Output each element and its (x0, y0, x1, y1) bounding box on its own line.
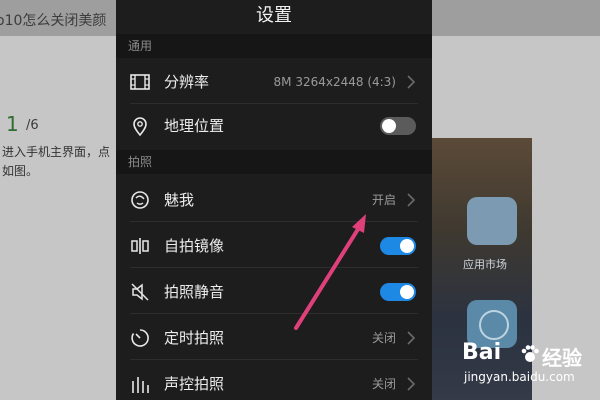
mirror-icon (131, 238, 149, 254)
background-step-total: /6 (26, 118, 39, 133)
location-pin-icon (133, 117, 147, 137)
setting-label: 分辨率 (164, 73, 210, 91)
section-header-general: 通用 (116, 34, 432, 58)
setting-row-mute-shutter[interactable]: 拍照静音 (116, 270, 432, 314)
camera-settings-panel: 设置 通用 分辨率 8M 3264x2448 (4:3) 地理位置 拍照 魅我 … (116, 0, 432, 400)
setting-row-resolution[interactable]: 分辨率 8M 3264x2448 (4:3) (116, 60, 432, 104)
setting-row-selfie-mirror[interactable]: 自拍镜像 (116, 224, 432, 268)
voice-control-icon (132, 377, 149, 393)
location-toggle[interactable] (380, 117, 416, 135)
beauty-face-icon (131, 191, 149, 209)
film-icon (130, 74, 150, 90)
watermark-url: jingyan.baidu.com (464, 370, 575, 384)
setting-row-timer[interactable]: 定时拍照 关闭 (116, 316, 432, 360)
setting-value: 8M 3264x2448 (4:3) (273, 75, 396, 89)
setting-row-voice-control[interactable]: 声控拍照 关闭 (116, 362, 432, 400)
page-title: 设置 (256, 5, 292, 26)
mute-speaker-icon (131, 283, 149, 301)
setting-label: 魅我 (164, 191, 195, 209)
watermark-brand: Bai (462, 340, 502, 365)
chevron-right-icon (407, 193, 416, 207)
setting-value: 开启 (371, 193, 396, 207)
app-market-label: 应用市场 (463, 258, 507, 271)
setting-row-location[interactable]: 地理位置 (116, 104, 432, 148)
setting-label: 地理位置 (164, 117, 225, 135)
chevron-right-icon (407, 75, 416, 89)
selfie-mirror-toggle[interactable] (380, 237, 416, 255)
app-market-icon (467, 197, 517, 245)
timer-icon (131, 329, 149, 347)
background-article-title: o10怎么关闭美颜 (0, 13, 107, 29)
section-header-photo: 拍照 (116, 150, 432, 174)
setting-label: 声控拍照 (164, 375, 225, 393)
paw-icon (521, 345, 539, 362)
mute-shutter-toggle[interactable] (380, 283, 416, 301)
baidu-jingyan-watermark: Bai 经验 jingyan.baidu.com (462, 340, 592, 395)
watermark-brand-cn: 经验 (542, 346, 582, 370)
setting-value: 关闭 (371, 377, 396, 391)
background-step-text-line2: 如图。 (2, 164, 39, 178)
setting-value: 关闭 (371, 331, 396, 345)
setting-label: 定时拍照 (164, 329, 225, 347)
setting-label: 自拍镜像 (164, 237, 225, 255)
chevron-right-icon (407, 331, 416, 345)
background-step-text-line1: 进入手机主界面，点 (2, 145, 111, 159)
setting-label: 拍照静音 (164, 283, 225, 301)
background-step-number: 1 (6, 112, 19, 136)
setting-row-beauty[interactable]: 魅我 开启 (116, 178, 432, 222)
chevron-right-icon (407, 377, 416, 391)
